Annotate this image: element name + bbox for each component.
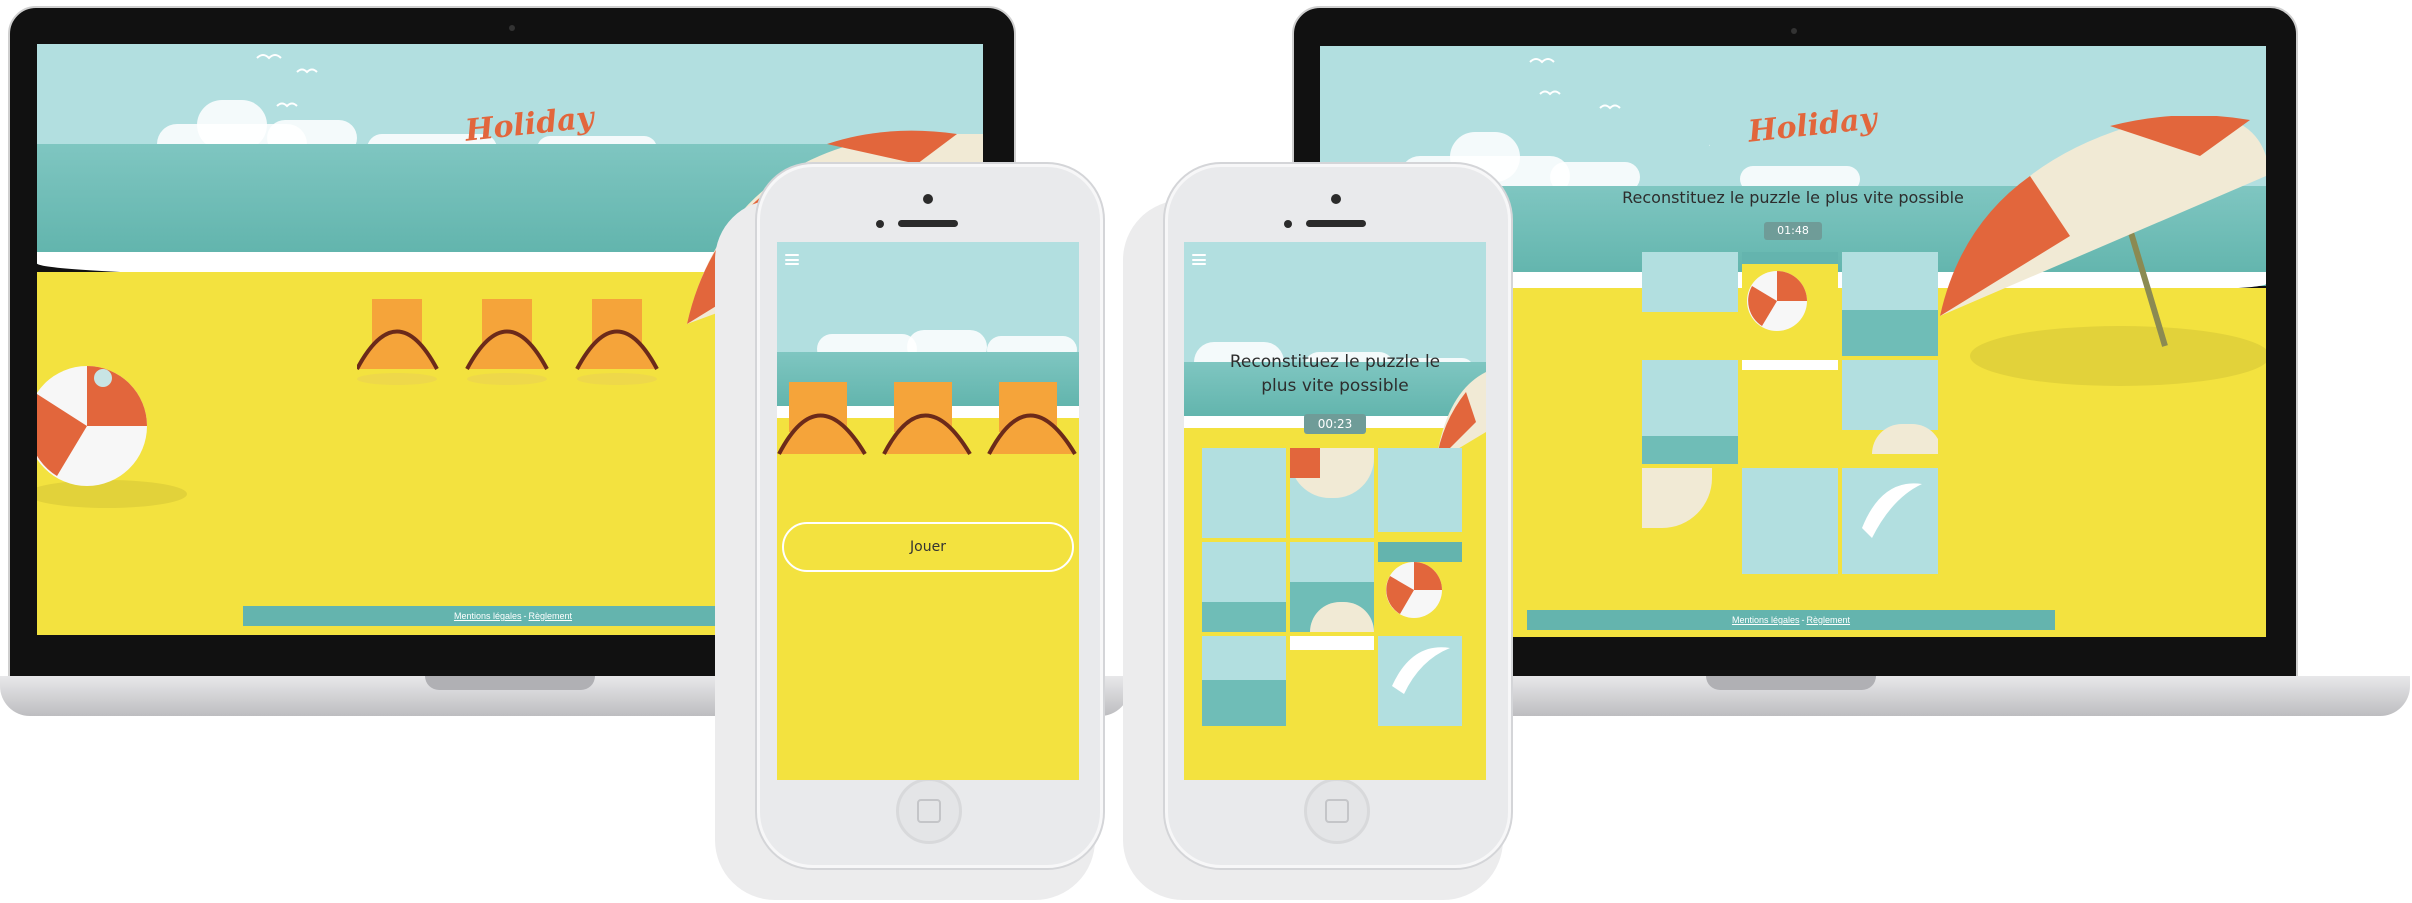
phone-speaker [1306, 220, 1366, 227]
footer-bar: Mentions légales - Règlement [243, 606, 783, 626]
umbrella-icon [1940, 116, 2266, 386]
puzzle-tile[interactable] [1742, 360, 1838, 464]
phone-speaker [898, 220, 958, 227]
phone-sensor [876, 220, 884, 228]
puzzle-tile[interactable] [1290, 542, 1374, 632]
phone-puzzle-screen: Reconstituez le puzzle le plus vite poss… [1184, 242, 1486, 780]
seagulls [237, 54, 318, 140]
puzzle-tile[interactable] [1290, 448, 1374, 538]
beach-chairs [357, 299, 659, 385]
puzzle-title-line1: Reconstituez le puzzle le [1229, 352, 1441, 372]
laptop-left-notch [425, 676, 595, 690]
footer-separator: - [523, 611, 527, 621]
puzzle-grid [1200, 446, 1462, 730]
puzzle-timer: 01:48 [1764, 222, 1822, 240]
puzzle-tile[interactable] [1642, 468, 1738, 574]
phone-camera [923, 194, 933, 204]
phone-home-screen: Jouer [777, 242, 1079, 780]
puzzle-tile[interactable] [1742, 252, 1838, 356]
puzzle-tile[interactable] [1202, 542, 1286, 632]
puzzle-tile[interactable] [1378, 542, 1462, 632]
beach-chairs [777, 382, 1077, 456]
footer-separator: - [1801, 615, 1805, 625]
puzzle-tile[interactable] [1642, 252, 1738, 356]
laptop-right-notch [1706, 676, 1876, 690]
puzzle-title: Reconstituez le puzzle le plus vite poss… [1622, 188, 1964, 207]
puzzle-tile[interactable] [1842, 360, 1938, 464]
puzzle-tile[interactable] [1378, 636, 1462, 726]
puzzle-tile[interactable] [1202, 448, 1286, 538]
footer-bar: Mentions légales - Règlement [1527, 610, 2055, 630]
puzzle-title-line2: plus vite possible [1261, 376, 1409, 396]
laptop-right-camera [1791, 28, 1797, 34]
puzzle-tile[interactable] [1378, 448, 1462, 538]
home-button[interactable] [896, 778, 962, 844]
puzzle-tile[interactable] [1842, 468, 1938, 574]
seagulls [1529, 58, 1710, 146]
home-button[interactable] [1304, 778, 1370, 844]
phone-camera [1331, 194, 1341, 204]
puzzle-timer: 00:23 [1304, 414, 1366, 434]
puzzle-grid [1640, 250, 1942, 578]
legal-link[interactable]: Mentions légales [454, 611, 522, 621]
puzzle-tile[interactable] [1202, 636, 1286, 726]
puzzle-tile[interactable] [1290, 636, 1374, 726]
hamburger-icon[interactable] [1192, 254, 1206, 265]
puzzle-tile[interactable] [1742, 468, 1838, 574]
sand [777, 418, 1079, 780]
legal-link[interactable]: Mentions légales [1732, 615, 1800, 625]
puzzle-tile[interactable] [1842, 252, 1938, 356]
rules-link[interactable]: Règlement [1807, 615, 1851, 625]
beach-ball-icon [37, 366, 187, 508]
laptop-left-camera [509, 25, 515, 31]
phone-sensor [1284, 220, 1292, 228]
hamburger-icon[interactable] [785, 254, 799, 265]
puzzle-tile[interactable] [1642, 360, 1738, 464]
play-button[interactable]: Jouer [782, 522, 1074, 572]
rules-link[interactable]: Règlement [529, 611, 573, 621]
